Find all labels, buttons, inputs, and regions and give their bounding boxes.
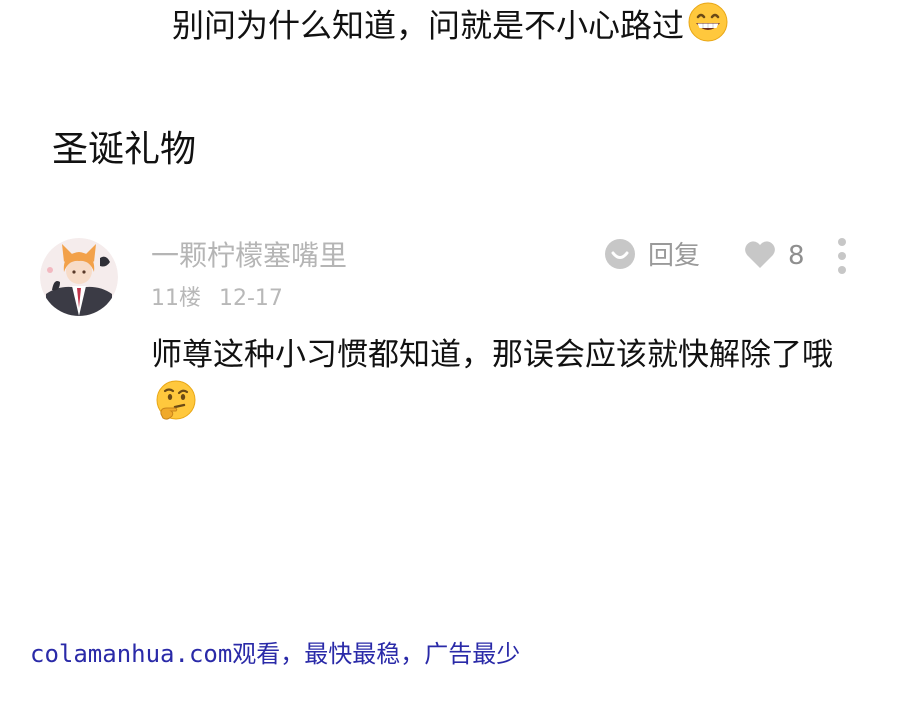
comment-meta: 11楼 12-17: [151, 284, 283, 314]
more-vertical-icon: [838, 238, 846, 274]
watermark: colamanhua.com观看，最快最稳，广告最少: [30, 640, 521, 668]
avatar[interactable]: [40, 238, 118, 316]
more-options-button[interactable]: [832, 236, 852, 276]
comment-date: 12-17: [219, 286, 283, 311]
heart-icon: [744, 239, 776, 273]
like-count: 8: [788, 241, 805, 271]
thinking-face-emoji-icon: [155, 380, 197, 437]
comment-text: 师尊这种小习惯都知道，那误会应该就快解除了哦: [151, 337, 833, 373]
section-title: 圣诞礼物: [52, 129, 197, 170]
top-caption: 别问为什么知道，问就是不小心路过: [0, 2, 900, 53]
reply-bubble-icon: [604, 238, 636, 274]
comment-floor: 11楼: [151, 286, 201, 311]
comment-body: 师尊这种小习惯都知道，那误会应该就快解除了哦: [151, 330, 871, 437]
like-button[interactable]: 8: [744, 238, 805, 274]
grinning-face-emoji-icon: [688, 2, 728, 53]
reply-label: 回复: [648, 241, 701, 271]
reply-button[interactable]: 回复: [604, 238, 700, 274]
comment-item: 一颗柠檬塞嘴里 回复 8 11楼 12-17 师尊这种小习惯都知道，那误会应该就…: [0, 232, 900, 432]
comment-username[interactable]: 一颗柠檬塞嘴里: [151, 238, 347, 274]
top-caption-text: 别问为什么知道，问就是不小心路过: [171, 6, 684, 45]
